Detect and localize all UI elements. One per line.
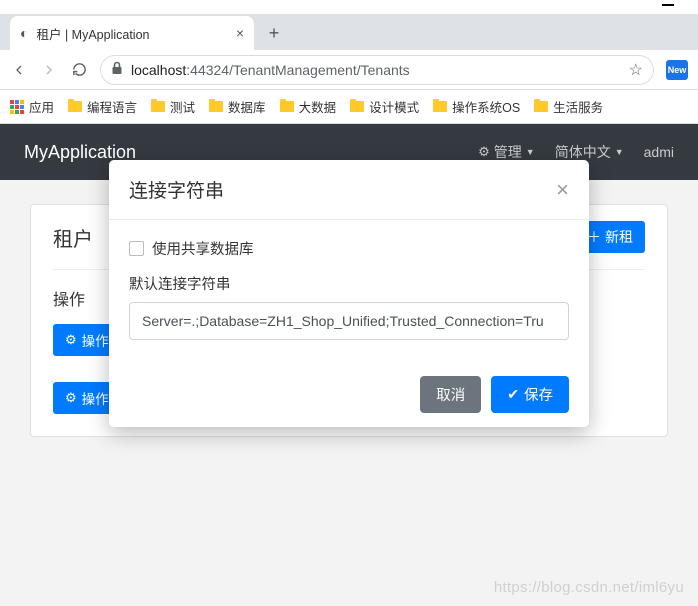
window-buttons bbox=[0, 0, 698, 14]
save-button[interactable]: ✔ 保存 bbox=[491, 376, 569, 413]
modal-header: 连接字符串 × bbox=[109, 160, 589, 220]
tab-close-button[interactable]: × bbox=[236, 25, 244, 41]
apps-label: 应用 bbox=[29, 97, 54, 116]
url-field[interactable]: localhost:44324/TenantManagement/Tenants… bbox=[100, 55, 654, 85]
bookmark-folder[interactable]: 生活服务 bbox=[534, 97, 603, 116]
folder-icon bbox=[534, 101, 548, 112]
url-host: localhost bbox=[131, 62, 186, 78]
card-title: 租户 bbox=[53, 223, 93, 252]
check-icon: ✔ bbox=[507, 386, 519, 403]
url-port: :44324 bbox=[186, 62, 229, 78]
browser-tab[interactable]: ◐ 租户 | MyApplication × bbox=[10, 16, 254, 50]
navbar-right: ⚙ 管理 ▼ 简体中文 ▼ admi bbox=[478, 142, 674, 162]
folder-icon bbox=[151, 101, 165, 112]
shared-db-row: 使用共享数据库 bbox=[129, 238, 569, 259]
plus-icon: ＋ bbox=[587, 227, 601, 247]
tab-title: 租户 | MyApplication bbox=[36, 24, 149, 43]
apps-icon bbox=[10, 100, 24, 114]
modal-body: 使用共享数据库 默认连接字符串 Server=.;Database=ZH1_Sh… bbox=[109, 220, 589, 362]
reload-button[interactable] bbox=[70, 61, 88, 79]
bookmark-folder[interactable]: 大数据 bbox=[280, 97, 337, 116]
connection-string-label: 默认连接字符串 bbox=[129, 273, 569, 294]
modal-close-button[interactable]: × bbox=[556, 179, 569, 201]
lock-icon bbox=[111, 61, 123, 78]
gear-icon: ⚙ bbox=[65, 332, 77, 348]
bookmark-folder[interactable]: 操作系统OS bbox=[433, 97, 520, 116]
folder-icon bbox=[280, 101, 294, 112]
bookmark-folder[interactable]: 数据库 bbox=[209, 97, 266, 116]
shared-db-checkbox[interactable] bbox=[129, 241, 144, 256]
shared-db-label: 使用共享数据库 bbox=[152, 238, 254, 259]
window-minimize-button[interactable] bbox=[662, 4, 674, 6]
bookmark-bar: 应用 编程语言 测试 数据库 大数据 设计模式 操作系统OS 生活服务 bbox=[0, 90, 698, 124]
back-button[interactable] bbox=[10, 61, 28, 79]
cancel-button[interactable]: 取消 bbox=[420, 376, 481, 413]
bookmark-folder[interactable]: 编程语言 bbox=[68, 97, 137, 116]
tab-strip: ◐ 租户 | MyApplication × + bbox=[0, 14, 698, 50]
new-tab-button[interactable]: + bbox=[260, 19, 288, 47]
forward-button[interactable] bbox=[40, 61, 58, 79]
nav-manage[interactable]: ⚙ 管理 ▼ bbox=[478, 142, 535, 162]
folder-icon bbox=[68, 101, 82, 112]
bookmark-folder[interactable]: 测试 bbox=[151, 97, 195, 116]
globe-icon: ◐ bbox=[20, 25, 28, 41]
chevron-down-icon: ▼ bbox=[615, 147, 624, 157]
gear-icon: ⚙ bbox=[65, 390, 77, 406]
bookmark-folder[interactable]: 设计模式 bbox=[350, 97, 419, 116]
address-bar: localhost:44324/TenantManagement/Tenants… bbox=[0, 50, 698, 90]
nav-user[interactable]: admi bbox=[644, 144, 674, 160]
folder-icon bbox=[350, 101, 364, 112]
folder-icon bbox=[209, 101, 223, 112]
browser-chrome: ◐ 租户 | MyApplication × + localhost:44324… bbox=[0, 0, 698, 124]
apps-button[interactable]: 应用 bbox=[10, 97, 54, 116]
nav-language[interactable]: 简体中文 ▼ bbox=[555, 142, 624, 162]
connection-string-input[interactable]: Server=.;Database=ZH1_Shop_Unified;Trust… bbox=[129, 302, 569, 340]
extension-label: New bbox=[668, 65, 687, 75]
page-area: MyApplication ⚙ 管理 ▼ 简体中文 ▼ admi 租户 ＋ 新租 bbox=[0, 124, 698, 606]
bookmark-star-icon[interactable]: ☆ bbox=[629, 60, 643, 80]
extension-icon[interactable]: New bbox=[666, 60, 688, 80]
modal-title: 连接字符串 bbox=[129, 176, 224, 203]
chevron-down-icon: ▼ bbox=[526, 147, 535, 157]
gear-icon: ⚙ bbox=[478, 144, 490, 160]
url-path: /TenantManagement/Tenants bbox=[229, 62, 410, 78]
watermark: https://blog.csdn.net/iml6yu bbox=[494, 579, 684, 596]
modal-footer: 取消 ✔ 保存 bbox=[109, 362, 589, 427]
url-text: localhost:44324/TenantManagement/Tenants bbox=[131, 62, 410, 78]
connection-string-modal: 连接字符串 × 使用共享数据库 默认连接字符串 Server=.;Databas… bbox=[109, 160, 589, 427]
folder-icon bbox=[433, 101, 447, 112]
